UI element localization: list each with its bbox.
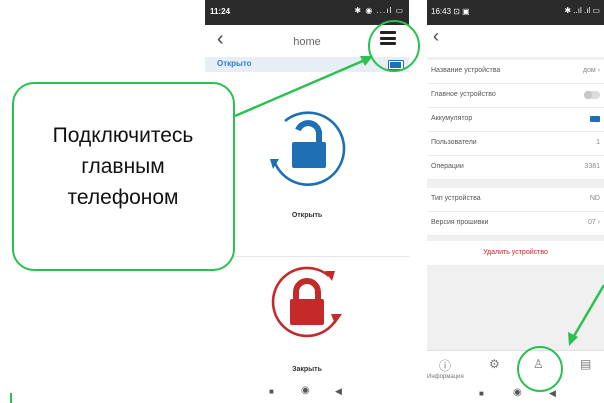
instruction-callout: Подключитесь главным телефоном (12, 82, 235, 271)
callout-text: Подключитесь главным телефоном (14, 120, 232, 213)
callout-line-3: телефоном (67, 186, 179, 209)
green-mark (10, 393, 12, 403)
callout-line-1: Подключитесь (52, 124, 194, 147)
menu-highlight-circle (368, 20, 420, 72)
callout-line-2: главным (81, 155, 165, 178)
user-tab-highlight-circle (517, 346, 563, 392)
